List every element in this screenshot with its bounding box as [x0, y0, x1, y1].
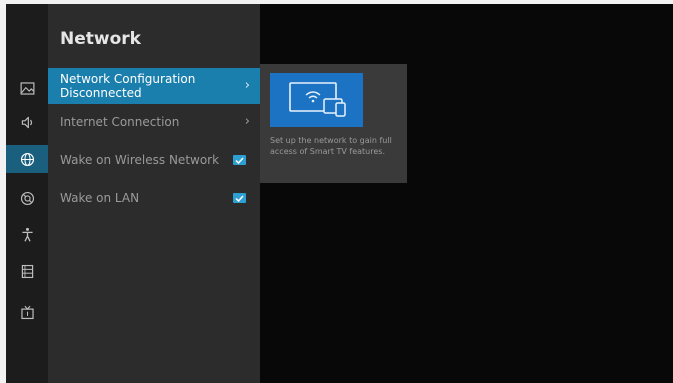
accessibility-icon[interactable] — [6, 222, 48, 246]
network-icon[interactable] — [6, 145, 48, 173]
network-settings-panel: Network Network Configuration Disconnect… — [48, 4, 260, 383]
wake-on-wireless-network-item[interactable]: Wake on Wireless Network — [48, 150, 260, 170]
chevron-right-icon: › — [244, 114, 250, 129]
support-icon[interactable] — [6, 186, 48, 210]
checkmark-icon — [235, 156, 244, 164]
menu-item-label: Network Configuration — [60, 72, 196, 86]
network-illustration-image — [270, 73, 363, 127]
internet-connection-item[interactable]: Internet Connection › — [48, 112, 260, 132]
settings-category-sidebar — [6, 4, 48, 383]
wake-on-lan-item[interactable]: Wake on LAN — [48, 188, 260, 208]
tv-screen: Network Network Configuration Disconnect… — [6, 4, 673, 383]
network-info-description: Set up the network to gain full access o… — [270, 136, 392, 156]
checkmark-icon — [235, 194, 244, 202]
menu-item-label: Wake on Wireless Network — [60, 153, 220, 167]
channel-icon[interactable] — [6, 300, 48, 324]
wake-on-lan-checkbox[interactable] — [233, 193, 246, 203]
system-icon[interactable] — [6, 259, 48, 283]
menu-item-label: Wake on LAN — [60, 191, 140, 205]
tv-wifi-devices-icon — [289, 82, 346, 117]
network-configuration-item[interactable]: Network Configuration Disconnected › — [48, 68, 260, 104]
sound-icon[interactable] — [6, 110, 48, 134]
page-title: Network — [60, 29, 141, 49]
chevron-right-icon: › — [244, 78, 250, 93]
network-info-card: Set up the network to gain full access o… — [260, 64, 407, 183]
menu-item-status: Disconnected — [60, 86, 142, 100]
picture-icon[interactable] — [6, 76, 48, 100]
wake-on-wireless-checkbox[interactable] — [233, 155, 246, 165]
menu-item-label: Internet Connection — [60, 115, 180, 129]
